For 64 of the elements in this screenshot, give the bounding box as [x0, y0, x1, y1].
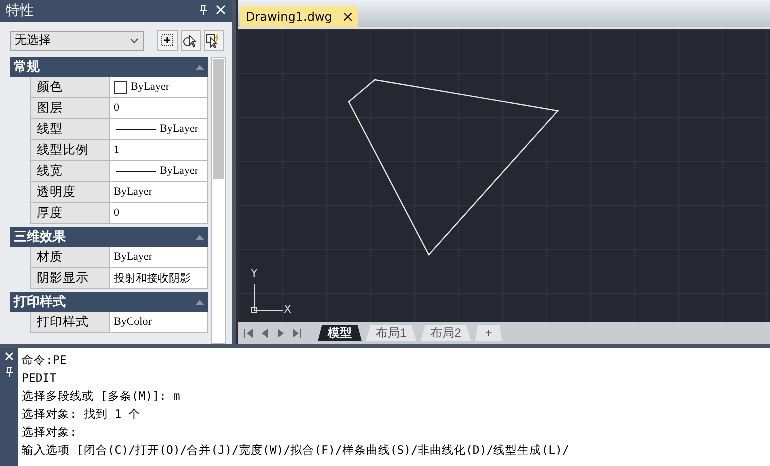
selection-dropdown[interactable]: 无选择	[10, 30, 144, 50]
linetype-sample-icon	[116, 170, 156, 172]
command-line: 选择对象: 找到 1 个	[22, 407, 142, 423]
close-icon[interactable]	[344, 12, 352, 20]
toggle-pickadd-button[interactable]	[157, 30, 178, 51]
section-title: 三维效果	[14, 228, 66, 246]
property-value[interactable]: 1	[110, 140, 208, 161]
document-tab[interactable]: Drawing1.dwg	[240, 6, 358, 27]
linetype-sample-icon	[116, 128, 156, 130]
property-value[interactable]: ByLayer	[110, 182, 208, 203]
property-value[interactable]: ByLayer	[110, 119, 208, 140]
cursor-icon	[183, 34, 198, 48]
layout-tab[interactable]: 布局1	[366, 324, 417, 342]
collapse-arrow-icon[interactable]	[196, 234, 204, 240]
collapse-arrow-icon[interactable]	[196, 64, 204, 70]
collapse-arrow-icon[interactable]	[196, 300, 204, 304]
scrollbar-thumb[interactable]	[213, 59, 224, 179]
property-name: 打印样式	[30, 312, 110, 333]
next-tab-icon[interactable]	[276, 328, 286, 338]
property-name: 线型比例	[30, 140, 110, 161]
property-value[interactable]: ByColor	[110, 312, 208, 333]
property-value[interactable]: 0	[110, 98, 208, 119]
command-line: 输入选项 [闭合(C)/打开(O)/合并(J)/宽度(W)/拟合(F)/样条曲线(S)/非曲线化(D)/线型生成(L)/	[22, 443, 570, 459]
command-line: 命令:PE	[22, 353, 68, 369]
property-value[interactable]: ByLayer	[110, 77, 208, 98]
property-value[interactable]: 投射和接收阴影	[110, 268, 208, 289]
pin-icon[interactable]	[4, 367, 14, 377]
section-header[interactable]: 常规	[10, 57, 208, 77]
pin-icon[interactable]	[199, 4, 208, 18]
section-title: 常规	[14, 59, 40, 76]
axis-label: Y	[251, 267, 258, 280]
select-objects-button[interactable]	[180, 30, 201, 51]
property-name: 图层	[30, 98, 110, 119]
command-line: PEDIT	[22, 371, 58, 387]
property-name: 线宽	[30, 161, 110, 182]
last-tab-icon[interactable]	[292, 328, 302, 338]
lightning-cursor-icon	[206, 34, 222, 48]
panel-title: 特性	[6, 2, 35, 20]
layout-tab[interactable]: 模型	[318, 324, 362, 342]
quick-select-button[interactable]	[204, 30, 224, 51]
property-name: 材质	[30, 247, 110, 268]
plus-icon	[161, 34, 174, 47]
drawing-canvas[interactable]: Y X	[238, 27, 770, 322]
section-header[interactable]: 打印样式	[10, 292, 208, 312]
color-swatch-icon	[114, 80, 127, 94]
property-name: 阴影显示	[30, 268, 110, 289]
previous-tab-icon[interactable]	[260, 328, 270, 338]
section-header[interactable]: 三维效果	[10, 227, 208, 247]
first-tab-icon[interactable]	[244, 328, 254, 338]
property-value[interactable]: 0	[110, 203, 208, 224]
property-name: 厚度	[30, 203, 110, 224]
axis-label: X	[284, 303, 292, 316]
layout-tab[interactable]: 布局2	[420, 324, 472, 342]
section-title: 打印样式	[14, 294, 66, 311]
property-name: 颜色	[30, 77, 110, 98]
property-value[interactable]: ByLayer	[110, 161, 208, 182]
scrollbar[interactable]	[211, 57, 226, 344]
property-name: 线型	[30, 119, 110, 140]
chevron-down-icon	[130, 38, 140, 44]
layout-tab[interactable]: +	[475, 324, 502, 342]
property-value[interactable]: ByLayer	[110, 247, 208, 268]
command-line: 选择多段线或 [多条(M)]: m	[22, 389, 182, 405]
property-name: 透明度	[30, 182, 110, 203]
command-line: 选择对象:	[22, 425, 78, 441]
